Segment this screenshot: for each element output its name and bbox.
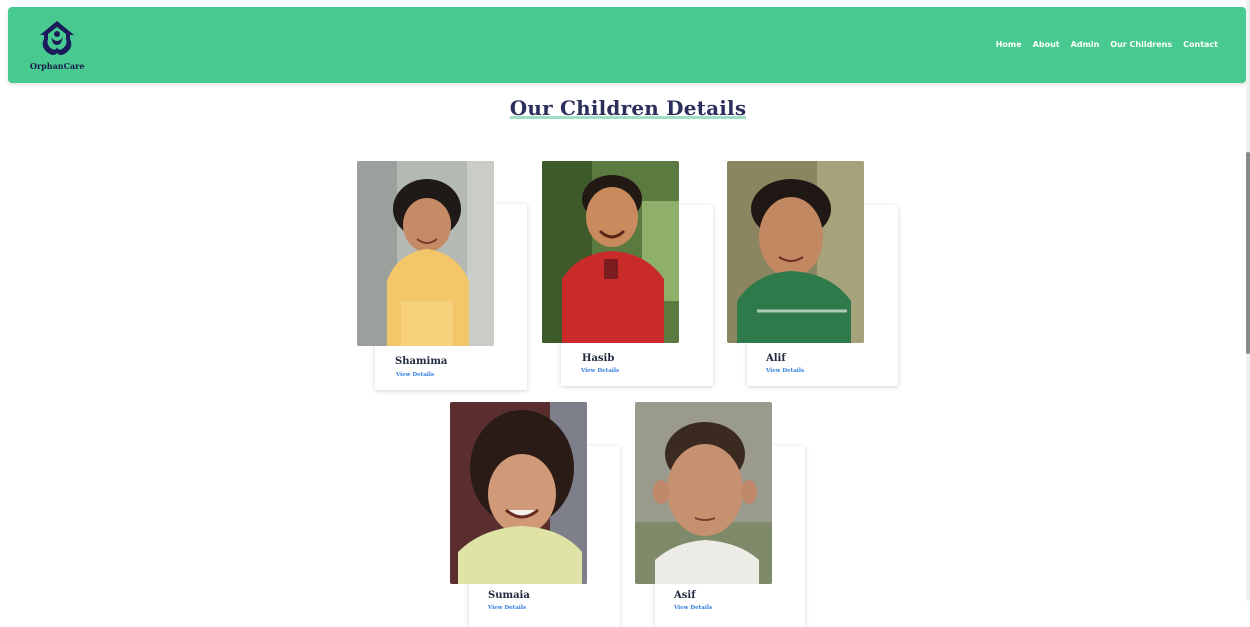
child-photo[interactable] xyxy=(450,402,587,584)
boy-photo-icon xyxy=(727,161,864,343)
scrollbar-thumb[interactable] xyxy=(1246,152,1250,354)
child-photo[interactable] xyxy=(635,402,772,584)
child-name: Asif xyxy=(674,590,696,601)
view-details-link[interactable]: View Details xyxy=(674,605,712,611)
nav-home[interactable]: Home xyxy=(996,40,1022,49)
child-name: Shamima xyxy=(395,356,448,367)
child-name: Hasib xyxy=(582,353,615,364)
view-details-link[interactable]: View Details xyxy=(488,605,526,611)
child-name: Sumaia xyxy=(488,590,530,601)
nav-about[interactable]: About xyxy=(1033,40,1060,49)
nav-contact[interactable]: Contact xyxy=(1183,40,1218,49)
heart-hands-icon xyxy=(40,21,74,55)
child-name: Alif xyxy=(766,353,786,364)
page-title-text: Our Children Details xyxy=(509,96,747,120)
girl-photo-icon xyxy=(357,161,494,346)
boy-photo-icon xyxy=(635,402,772,584)
nav-admin[interactable]: Admin xyxy=(1071,40,1100,49)
view-details-link[interactable]: View Details xyxy=(766,368,804,374)
child-photo[interactable] xyxy=(727,161,864,343)
view-details-link[interactable]: View Details xyxy=(581,368,619,374)
page-title: Our Children Details xyxy=(0,96,1250,120)
logo[interactable]: OrphanCare xyxy=(30,17,84,79)
boy-photo-icon xyxy=(542,161,679,343)
child-photo[interactable] xyxy=(357,161,494,346)
nav-links: Home About Admin Our Childrens Contact xyxy=(996,40,1218,49)
brand-name: OrphanCare xyxy=(30,61,85,71)
nav-our-childrens[interactable]: Our Childrens xyxy=(1110,40,1172,49)
girl-photo-icon xyxy=(450,402,587,584)
child-photo[interactable] xyxy=(542,161,679,343)
navbar: OrphanCare Home About Admin Our Children… xyxy=(8,7,1246,83)
view-details-link[interactable]: View Details xyxy=(396,372,434,378)
